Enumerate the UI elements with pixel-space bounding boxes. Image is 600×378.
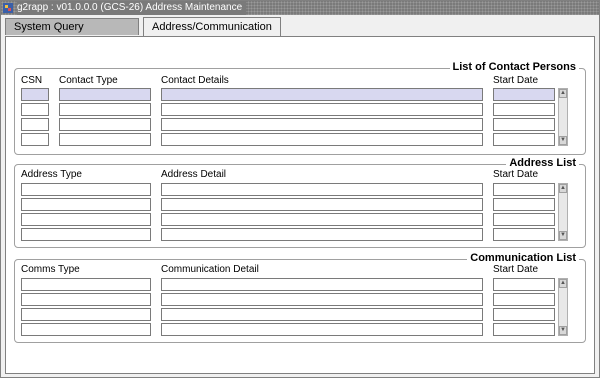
address-detail-field[interactable] [161, 228, 483, 241]
window-title: g2rapp : v01.0.0.0 (GCS-26) Address Main… [17, 1, 247, 15]
start-date-field[interactable] [493, 118, 555, 131]
tab-address-communication-list[interactable]: Address/Communication List [143, 17, 281, 52]
communication-list-title: Communication List [467, 252, 579, 264]
address-list-title: Address List [506, 157, 579, 169]
start-date-field[interactable] [493, 183, 555, 196]
contact-type-field[interactable] [59, 118, 151, 131]
contact-details-field[interactable] [161, 103, 483, 116]
address-type-field[interactable] [21, 213, 151, 226]
start-date-field[interactable] [493, 228, 555, 241]
address-list-group: Address List Address Type Address Detail… [14, 157, 586, 248]
communication-detail-field[interactable] [161, 323, 483, 336]
communication-detail-field[interactable] [161, 293, 483, 306]
tab-content-panel: List of Contact Persons CSN Contact Type… [5, 36, 595, 374]
tab-system-query-information[interactable]: System Query Information [5, 18, 139, 50]
scroll-up-arrow-icon[interactable]: ▲ [559, 89, 567, 98]
scroll-up-arrow-icon[interactable]: ▲ [559, 279, 567, 288]
address-type-field[interactable] [21, 198, 151, 211]
comms-type-field[interactable] [21, 323, 151, 336]
scroll-down-arrow-icon[interactable]: ▼ [559, 231, 567, 240]
start-date-field[interactable] [493, 278, 555, 291]
address-detail-field[interactable] [161, 183, 483, 196]
csn-field[interactable] [21, 133, 49, 146]
communication-detail-field[interactable] [161, 308, 483, 321]
contact-persons-title: List of Contact Persons [449, 61, 579, 73]
start-date-field[interactable] [493, 213, 555, 226]
address-list-scrollbar[interactable]: ▲ ▼ [558, 183, 568, 241]
column-header-communication-detail: Communication Detail [161, 264, 259, 275]
column-header-address-type: Address Type [21, 169, 82, 180]
contact-type-field[interactable] [59, 103, 151, 116]
column-header-start-date: Start Date [493, 75, 539, 86]
start-date-field[interactable] [493, 103, 555, 116]
comms-type-field[interactable] [21, 293, 151, 306]
csn-field[interactable] [21, 88, 49, 101]
column-header-contact-type: Contact Type [59, 75, 118, 86]
contact-details-field[interactable] [161, 88, 483, 101]
communication-detail-field[interactable] [161, 278, 483, 291]
start-date-field[interactable] [493, 133, 555, 146]
column-header-start-date: Start Date [493, 264, 539, 275]
address-type-field[interactable] [21, 228, 151, 241]
start-date-field[interactable] [493, 198, 555, 211]
contact-persons-scrollbar[interactable]: ▲ ▼ [558, 88, 568, 146]
comms-type-field[interactable] [21, 308, 151, 321]
csn-field[interactable] [21, 118, 49, 131]
address-type-field[interactable] [21, 183, 151, 196]
csn-field[interactable] [21, 103, 49, 116]
column-header-comms-type: Comms Type [21, 264, 80, 275]
column-header-start-date: Start Date [493, 169, 539, 180]
contact-details-field[interactable] [161, 133, 483, 146]
column-header-address-detail: Address Detail [161, 169, 227, 180]
column-header-contact-details: Contact Details [161, 75, 229, 86]
application-icon[interactable] [3, 3, 13, 13]
scroll-down-arrow-icon[interactable]: ▼ [559, 326, 567, 335]
contact-details-field[interactable] [161, 118, 483, 131]
start-date-field[interactable] [493, 308, 555, 321]
contact-persons-group: List of Contact Persons CSN Contact Type… [14, 61, 586, 155]
column-header-csn: CSN [21, 75, 43, 86]
address-detail-field[interactable] [161, 213, 483, 226]
communication-list-group: Communication List Comms Type Communicat… [14, 252, 586, 343]
comms-type-field[interactable] [21, 278, 151, 291]
start-date-field[interactable] [493, 323, 555, 336]
app-window: g2rapp : v01.0.0.0 (GCS-26) Address Main… [0, 0, 600, 378]
contact-type-field[interactable] [59, 133, 151, 146]
contact-type-field[interactable] [59, 88, 151, 101]
title-bar[interactable]: g2rapp : v01.0.0.0 (GCS-26) Address Main… [1, 1, 599, 15]
address-detail-field[interactable] [161, 198, 483, 211]
scroll-down-arrow-icon[interactable]: ▼ [559, 136, 567, 145]
start-date-field[interactable] [493, 293, 555, 306]
scroll-up-arrow-icon[interactable]: ▲ [559, 184, 567, 193]
communication-list-scrollbar[interactable]: ▲ ▼ [558, 278, 568, 336]
start-date-field[interactable] [493, 88, 555, 101]
